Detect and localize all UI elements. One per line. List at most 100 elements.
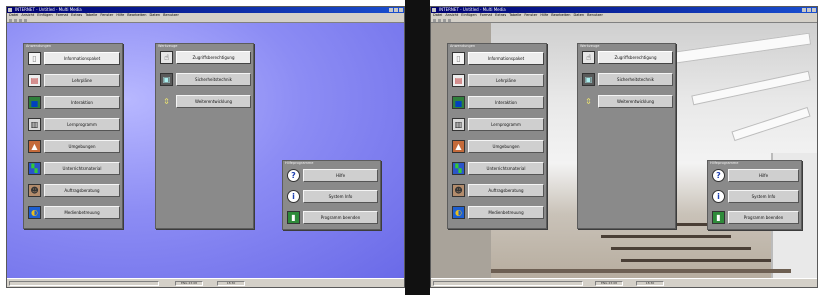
panel-title: Hilfeprogramme [285,161,314,165]
exit-icon: ▮ [712,211,725,224]
launcher-sicherheitstechnik[interactable]: ▣ Sicherheitstechnik [160,73,251,86]
monitor-icon: ▣ [582,73,595,86]
divider [405,0,430,295]
toolbar-button[interactable] [9,19,12,22]
desktop-wallpaper-photo: Anwendungen ▯ Informationspaket ▤ Lehrpl… [431,23,817,278]
toolbar-button[interactable] [433,19,436,22]
globe-icon: ◐ [452,206,465,219]
launcher-interaktion[interactable]: ▅ Interaktion [452,96,544,109]
launcher-label: Weiterentwicklung [176,95,251,108]
toolbar-button[interactable] [14,19,17,22]
launcher-system-info[interactable]: i System Info [287,190,378,203]
launcher-medienbetreuung[interactable]: ◐ Medienbetreuung [452,206,544,219]
book-icon: ▥ [28,118,41,131]
applications-panel: Anwendungen ▯ Informationspaket ▤ Lehrpl… [23,43,123,229]
minimize-button[interactable] [389,8,393,12]
launcher-weiterentwicklung[interactable]: ⇕ Weiterentwicklung [582,95,673,108]
desktop-area: Anwendungen ▯ Informationspaket ▤ Lehrpl… [7,23,404,278]
close-button[interactable] [812,8,816,12]
wallpaper-beam [731,106,811,142]
screenshot-blue-desktop: INTERNET - Untitled - Multi Media Datei … [6,6,405,288]
panel-title: Werkzeuge [580,44,600,48]
launcher-auftragsberatung[interactable]: ☻ Auftragsberatung [28,184,120,197]
launcher-umgebungen[interactable]: ▲ Umgebungen [28,140,120,153]
launcher-label: Hilfe [728,169,799,182]
info-icon: i [287,190,300,203]
notepad-icon: ▤ [28,74,41,87]
document-icon: ▯ [28,52,41,65]
status-bar: ENG 23:08 18:30 [431,278,817,287]
launcher-zugriffsberechtigung[interactable]: ☝ Zugriffsberechtigung [582,51,673,64]
panel-title: Hilfeprogramme [710,161,739,165]
minimize-button[interactable] [802,8,806,12]
launcher-hilfe[interactable]: ? Hilfe [712,169,799,182]
wallpaper-beam [660,32,812,66]
launcher-label: Umgebungen [468,140,544,153]
launcher-label: System Info [303,190,378,203]
maximize-button[interactable] [807,8,811,12]
toolbar-button[interactable] [448,19,451,22]
landscape-icon: ▅ [452,96,465,109]
launcher-sicherheitstechnik[interactable]: ▣ Sicherheitstechnik [582,73,673,86]
launcher-label: Lehrpläne [468,74,544,87]
launcher-medienbetreuung[interactable]: ◐ Medienbetreuung [28,206,120,219]
arrows-icon: ⇕ [160,95,173,108]
launcher-zugriffsberechtigung[interactable]: ☝ Zugriffsberechtigung [160,51,251,64]
hand-icon: ☝ [160,51,173,64]
launcher-label: Lernprogramm [44,118,120,131]
people-icon: ☻ [452,184,465,197]
house-icon: ▲ [452,140,465,153]
launcher-hilfe[interactable]: ? Hilfe [287,169,378,182]
launcher-label: Programm beenden [303,211,378,224]
launcher-label: Weiterentwicklung [598,95,673,108]
app-icon [432,8,436,12]
launcher-label: System Info [728,190,799,203]
launcher-label: Sicherheitstechnik [176,73,251,86]
close-button[interactable] [399,8,403,12]
launcher-label: Unterrichtsmaterial [44,162,120,175]
launcher-system-info[interactable]: i System Info [712,190,799,203]
panel-title: Anwendungen [450,44,476,48]
window-title: INTERNET - Untitled - Multi Media [439,7,506,12]
launcher-label: Interaktion [468,96,544,109]
exit-icon: ▮ [287,211,300,224]
help-panel: Hilfeprogramme ? Hilfe i System Info ▮ P… [707,160,802,230]
launcher-weiterentwicklung[interactable]: ⇕ Weiterentwicklung [160,95,251,108]
launcher-lernprogramm[interactable]: ▥ Lernprogramm [452,118,544,131]
status-cell [433,281,583,286]
launcher-unterrichtsmaterial[interactable]: ▚ Unterrichtsmaterial [452,162,544,175]
launcher-label: Interaktion [44,96,120,109]
launcher-label: Medienbetreuung [468,206,544,219]
wallpaper-beam [691,70,811,106]
launcher-lernprogramm[interactable]: ▥ Lernprogramm [28,118,120,131]
launcher-unterrichtsmaterial[interactable]: ▚ Unterrichtsmaterial [28,162,120,175]
launcher-label: Programm beenden [728,211,799,224]
toolbar-button[interactable] [443,19,446,22]
app-icon [8,8,12,12]
launcher-label: Zugriffsberechtigung [176,51,251,64]
launcher-informationspaket[interactable]: ▯ Informationspaket [28,52,120,65]
launcher-lehrplaene[interactable]: ▤ Lehrpläne [28,74,120,87]
help-icon: ? [712,169,725,182]
launcher-label: Auftragsberatung [468,184,544,197]
launcher-umgebungen[interactable]: ▲ Umgebungen [452,140,544,153]
monitor-icon: ▣ [160,73,173,86]
hand-icon: ☝ [582,51,595,64]
launcher-interaktion[interactable]: ▅ Interaktion [28,96,120,109]
panel-title: Anwendungen [26,44,52,48]
launcher-lehrplaene[interactable]: ▤ Lehrpläne [452,74,544,87]
landscape-icon: ▅ [28,96,41,109]
arrows-icon: ⇕ [582,95,595,108]
launcher-auftragsberatung[interactable]: ☻ Auftragsberatung [452,184,544,197]
launcher-informationspaket[interactable]: ▯ Informationspaket [452,52,544,65]
launcher-label: Informationspaket [44,52,120,65]
launcher-label: Umgebungen [44,140,120,153]
toolbar-button[interactable] [19,19,22,22]
applications-panel: Anwendungen ▯ Informationspaket ▤ Lehrpl… [447,43,547,229]
maximize-button[interactable] [394,8,398,12]
launcher-programm-beenden[interactable]: ▮ Programm beenden [287,211,378,224]
toolbar-button[interactable] [438,19,441,22]
chart-icon: ▚ [28,162,41,175]
launcher-programm-beenden[interactable]: ▮ Programm beenden [712,211,799,224]
toolbar-button[interactable] [24,19,27,22]
